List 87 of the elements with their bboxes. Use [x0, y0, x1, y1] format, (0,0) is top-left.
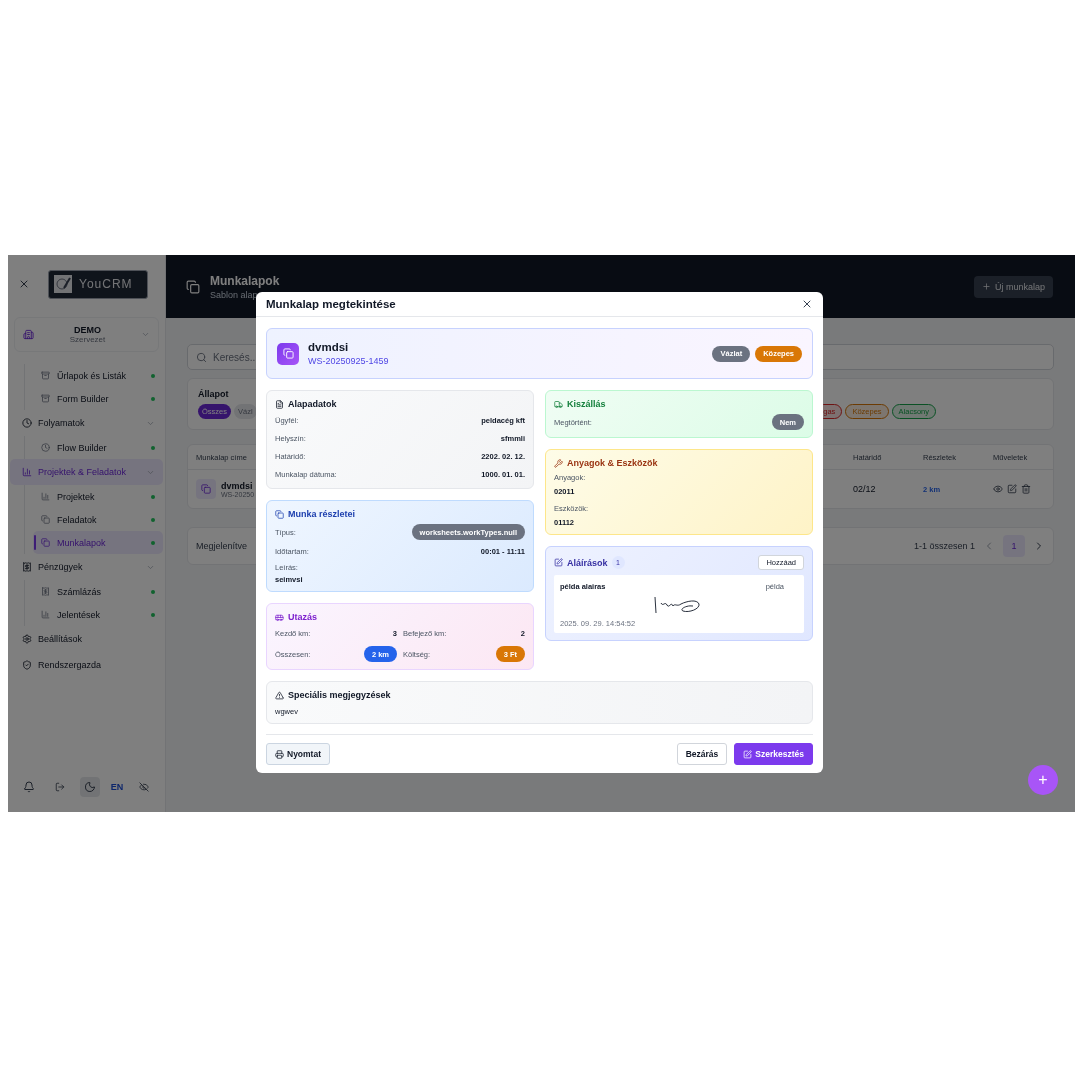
clock-icon — [41, 443, 50, 452]
view-icon[interactable] — [993, 484, 1003, 494]
nav-item[interactable]: Form Builder — [33, 387, 163, 410]
receipt-icon — [22, 562, 32, 572]
nav-item[interactable]: Feladatok — [33, 508, 163, 531]
card-title: Alapadatok — [288, 399, 337, 410]
dialog-title: Munkalap megtekintése — [266, 298, 396, 311]
new-worksheet-button[interactable]: Új munkalap — [973, 275, 1053, 298]
building-icon — [23, 329, 34, 340]
nav-item[interactable]: Beállítások — [10, 626, 163, 652]
files-icon — [41, 538, 50, 547]
receipt-icon — [41, 587, 50, 596]
status-dot — [151, 517, 155, 522]
eye-off-icon[interactable] — [138, 782, 149, 792]
language-toggle[interactable]: EN — [110, 782, 124, 792]
edit-button[interactable]: Szerkesztés — [734, 743, 813, 765]
worksheet-code: WS-20250925-1459 — [308, 356, 390, 367]
nav-item[interactable]: Jelentések — [33, 603, 163, 626]
close-icon[interactable] — [18, 278, 30, 290]
status-dot — [151, 373, 155, 378]
table-cell: 02/12 — [853, 484, 876, 494]
page-title: Munkalapok — [210, 273, 281, 288]
organization-name: DEMO — [74, 325, 101, 335]
status-dot — [151, 445, 155, 450]
files-icon — [277, 342, 299, 365]
bar-chart-icon — [41, 492, 50, 501]
delete-icon[interactable] — [1021, 484, 1031, 494]
files-icon — [41, 515, 50, 524]
add-button[interactable]: + — [1028, 765, 1058, 795]
bell-icon[interactable] — [23, 781, 36, 793]
files-icon — [186, 279, 200, 294]
plus-icon — [981, 282, 991, 291]
bar-chart-icon — [22, 467, 32, 477]
close-button[interactable]: Bezárás — [676, 743, 728, 765]
nav-item[interactable]: Rendszergazda — [10, 652, 163, 678]
van-icon — [275, 612, 284, 622]
shield-icon — [22, 660, 32, 670]
nav-item[interactable]: Folyamatok — [10, 410, 163, 436]
document-icon — [275, 399, 284, 409]
table-cell-text: dvmdsi — [221, 480, 254, 491]
edit-icon — [743, 749, 753, 759]
pagination-text: Megjelenítve — [196, 541, 248, 551]
box-icon — [41, 394, 50, 403]
logo: YouCRM — [48, 269, 148, 299]
status-dot — [151, 540, 155, 545]
nav-item[interactable]: Projektek — [33, 485, 163, 508]
organization-label: Szervezet — [69, 335, 106, 344]
status-dot — [151, 396, 155, 401]
filter-label: Állapot — [198, 389, 230, 399]
worksheet-name: dvmdsi — [308, 341, 350, 354]
nav-item[interactable]: Pénzügyek — [10, 554, 163, 580]
dark-mode-button[interactable] — [80, 777, 101, 797]
card-title: Kiszállás — [567, 399, 606, 410]
edit-icon[interactable] — [1007, 484, 1017, 494]
edit-icon — [554, 558, 563, 568]
page-subtitle: Sablon alap — [210, 289, 259, 300]
search-icon — [196, 351, 207, 363]
card-title: Aláírások — [567, 557, 608, 568]
nav-item[interactable]: Munkalapok — [33, 531, 163, 554]
wrench-icon — [554, 458, 563, 468]
bar-chart-icon — [41, 610, 50, 619]
card-title: Anyagok & Eszközök — [567, 458, 658, 469]
truck-icon — [554, 399, 563, 409]
files-icon — [275, 509, 284, 519]
nav-item[interactable]: Flow Builder — [33, 436, 163, 459]
card-title: Speciális megjegyzések — [288, 690, 391, 701]
clock-icon — [22, 418, 32, 428]
gear-icon — [22, 634, 32, 644]
warning-icon — [275, 690, 284, 700]
card-title: Utazás — [288, 612, 317, 623]
files-icon — [196, 479, 216, 499]
status-dot — [151, 494, 155, 499]
box-icon — [41, 371, 50, 380]
nav-item[interactable]: Űrlapok és Listák — [33, 364, 163, 387]
status-dot — [151, 589, 155, 594]
organization-selector[interactable]: DEMO Szervezet — [14, 317, 159, 352]
pagination-range: 1-1 összesen 1 — [913, 541, 975, 551]
printer-icon — [275, 749, 284, 759]
logout-icon[interactable] — [54, 782, 65, 792]
nav-item[interactable]: Projektek & Feladatok — [10, 459, 163, 485]
print-button[interactable]: Nyomtat — [266, 743, 330, 765]
page-button[interactable]: 1 — [1003, 535, 1025, 557]
card-title: Munka részletei — [288, 509, 356, 520]
chevron-down-icon — [141, 330, 150, 339]
status-dot — [151, 612, 155, 617]
moon-icon — [84, 781, 97, 793]
nav-item[interactable]: Számlázás — [33, 580, 163, 603]
